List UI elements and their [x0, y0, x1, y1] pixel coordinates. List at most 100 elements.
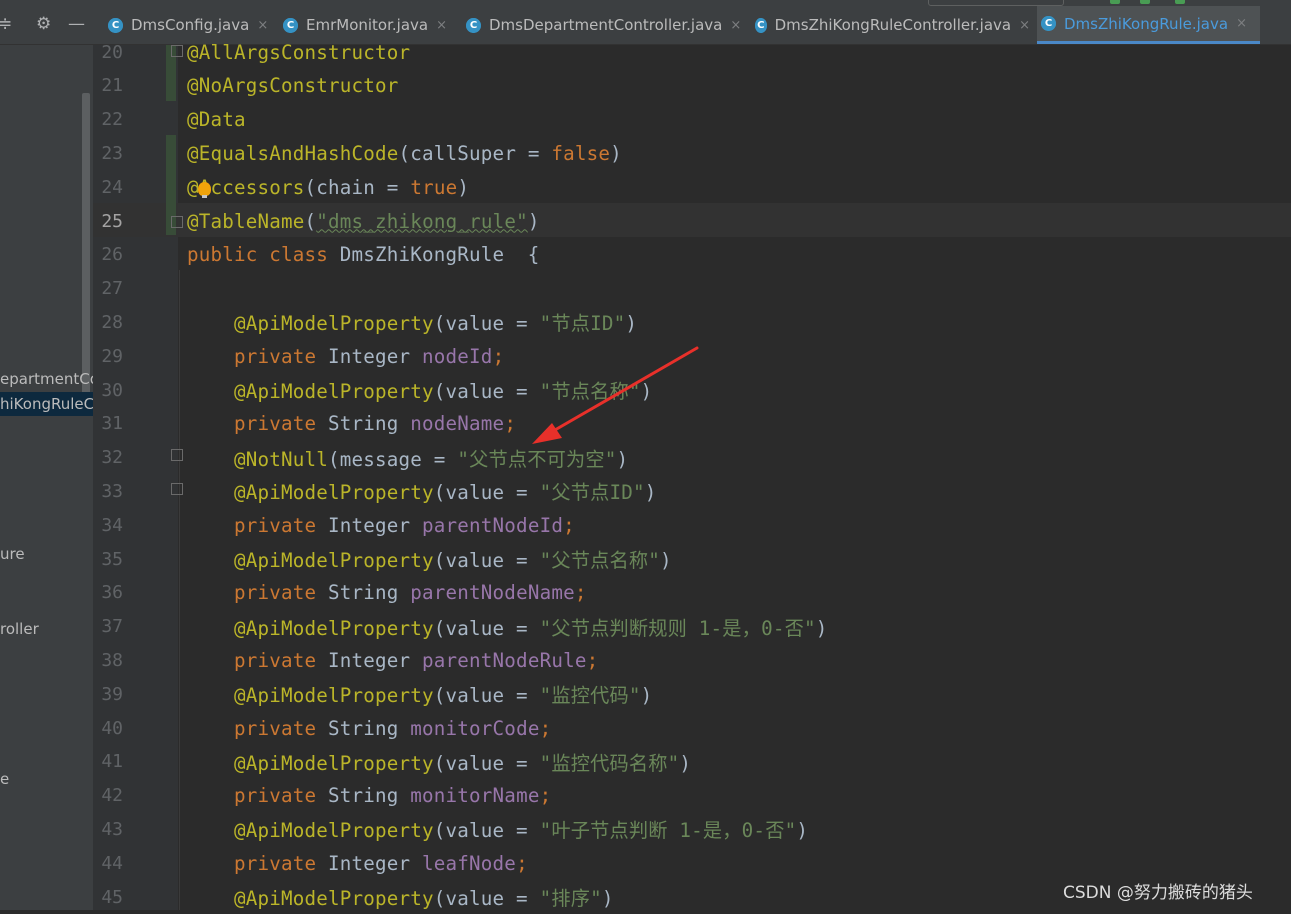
code-token: Integer [328, 648, 423, 672]
code-token: (value = [433, 819, 540, 843]
code-text: @ApiModelProperty(value = "叶子节点判断 1-是，0-… [187, 815, 808, 843]
code-token: parentNodeRule [422, 648, 587, 672]
code-token: (value = [433, 887, 540, 910]
line-number: 40 [101, 717, 123, 739]
code-line[interactable]: 35 @ApiModelProperty(value = "父节点名称") [93, 542, 1291, 576]
code-line[interactable]: 39 @ApiModelProperty(value = "监控代码") [93, 677, 1291, 711]
coverage-icon[interactable] [1175, 0, 1185, 4]
code-text: private Integer leafNode; [187, 852, 528, 875]
line-number: 29 [101, 345, 123, 367]
close-icon[interactable]: × [436, 18, 447, 33]
code-token: leafNode [422, 851, 517, 875]
code-line[interactable]: 27 [93, 272, 1291, 306]
code-line[interactable]: 23 @EqualsAndHashCode(callSuper = false) [93, 136, 1291, 170]
line-number: 35 [101, 548, 123, 570]
code-line[interactable]: 31 private String nodeName; [93, 407, 1291, 441]
close-icon[interactable]: × [1019, 18, 1030, 33]
code-text: @ApiModelProperty(value = "监控代码") [187, 680, 652, 708]
code-text: @ApiModelProperty(value = "节点ID") [187, 308, 637, 336]
code-token: "父节点判断规则 1-是，0-否" [539, 616, 816, 640]
code-token: @ApiModelProperty [187, 887, 434, 910]
project-tree-item[interactable]: epartmentCo [0, 370, 93, 388]
code-line[interactable]: 26 public class DmsZhiKongRule { [93, 238, 1291, 272]
code-token: ; [504, 412, 517, 436]
code-line[interactable]: 28 @ApiModelProperty(value = "节点ID") [93, 305, 1291, 339]
code-token: (chain = [304, 175, 411, 199]
code-token: private [187, 412, 329, 436]
code-token: @NoArgsConstructor [187, 74, 399, 98]
code-line[interactable]: 21 @NoArgsConstructor [93, 69, 1291, 103]
code-text: @ApiModelProperty(value = "父节点名称") [187, 545, 672, 573]
code-token: private [187, 581, 329, 605]
code-token: ; [586, 648, 599, 672]
code-token: String [328, 716, 411, 740]
close-icon[interactable]: × [257, 18, 268, 33]
code-token: @ApiModelProperty [187, 751, 434, 775]
code-token: (value = [433, 312, 540, 336]
code-line[interactable]: 43 @ApiModelProperty(value = "叶子节点判断 1-是… [93, 812, 1291, 846]
code-line[interactable]: 24 @Accessors(chain = true) [93, 170, 1291, 204]
code-token: parentNodeName [410, 581, 575, 605]
code-token: DmsZhiKongRule { [339, 243, 540, 267]
code-line[interactable]: 38 private Integer parentNodeRule; [93, 643, 1291, 677]
code-line[interactable]: 30 @ApiModelProperty(value = "节点名称") [93, 373, 1291, 407]
code-token: ) [640, 684, 653, 708]
code-token: private [187, 513, 329, 537]
code-line[interactable]: 41 @ApiModelProperty(value = "监控代码名称") [93, 745, 1291, 779]
code-token: monitorCode [410, 716, 540, 740]
project-tree-item[interactable]: e [0, 770, 9, 788]
close-icon[interactable]: × [730, 18, 741, 33]
code-token: ) [601, 887, 614, 910]
collapse-all-icon[interactable]: ≑ [0, 15, 12, 33]
code-text: private String parentNodeName; [187, 581, 587, 604]
code-token: Integer [328, 513, 423, 537]
line-number: 38 [101, 649, 123, 671]
project-tool-icons: ≑ ⚙ — [0, 6, 93, 44]
code-line[interactable]: 33 @ApiModelProperty(value = "父节点ID") [93, 474, 1291, 508]
code-token: @ApiModelProperty [187, 481, 434, 505]
line-number: 23 [101, 142, 123, 164]
code-text: @ApiModelProperty(value = "监控代码名称") [187, 748, 691, 776]
close-icon[interactable]: × [1236, 16, 1247, 31]
project-tree-item[interactable]: hiKongRuleCo [0, 392, 93, 416]
code-token: String [328, 784, 411, 808]
hide-panel-icon[interactable]: — [68, 15, 85, 33]
code-token: ; [539, 784, 552, 808]
code-line[interactable]: 34 private Integer parentNodeId; [93, 508, 1291, 542]
code-token: String [328, 412, 411, 436]
intention-bulb-icon[interactable] [198, 182, 211, 198]
line-number: 36 [101, 582, 123, 604]
code-text: @ApiModelProperty(value = "排序") [187, 883, 614, 911]
project-tree-item[interactable]: roller [0, 620, 39, 638]
project-scrollbar[interactable] [82, 93, 90, 411]
line-number: 22 [101, 109, 123, 131]
code-token: Integer [328, 344, 423, 368]
code-line[interactable]: 42 private String monitorName; [93, 779, 1291, 813]
code-token: ( [304, 209, 317, 233]
run-icon[interactable] [1110, 0, 1120, 4]
code-line[interactable]: 25 @TableName("dms_zhikong_rule") [93, 204, 1291, 238]
code-token: (value = [433, 549, 540, 572]
tab-label: DmsDepartmentController.java [489, 16, 723, 34]
code-text: public class DmsZhiKongRule { [187, 243, 540, 266]
code-token: "父节点ID" [539, 481, 645, 505]
code-line[interactable]: 32 @NotNull(message = "父节点不可为空") [93, 441, 1291, 475]
code-token: @ApiModelProperty [187, 616, 434, 640]
line-number: 34 [101, 514, 123, 536]
code-line[interactable]: 40 private String monitorCode; [93, 711, 1291, 745]
code-line[interactable]: 37 @ApiModelProperty(value = "父节点判断规则 1-… [93, 610, 1291, 644]
code-line[interactable]: 29 private Integer nodeId; [93, 339, 1291, 373]
code-line[interactable]: 44 private Integer leafNode; [93, 846, 1291, 880]
project-tree-item[interactable]: ure [0, 545, 25, 563]
code-line[interactable]: 22 @Data [93, 103, 1291, 137]
code-token: @TableName [187, 209, 305, 233]
code-text: @NotNull(message = "父节点不可为空") [187, 444, 628, 472]
code-token: ; [516, 851, 528, 875]
code-token: @ApiModelProperty [187, 549, 434, 572]
code-line[interactable]: 20 @AllArgsConstructor [93, 35, 1291, 69]
line-number: 39 [101, 683, 123, 705]
debug-icon[interactable] [1140, 0, 1150, 4]
gear-icon[interactable]: ⚙ [36, 15, 51, 33]
code-token: ; [492, 344, 505, 368]
code-line[interactable]: 36 private String parentNodeName; [93, 576, 1291, 610]
